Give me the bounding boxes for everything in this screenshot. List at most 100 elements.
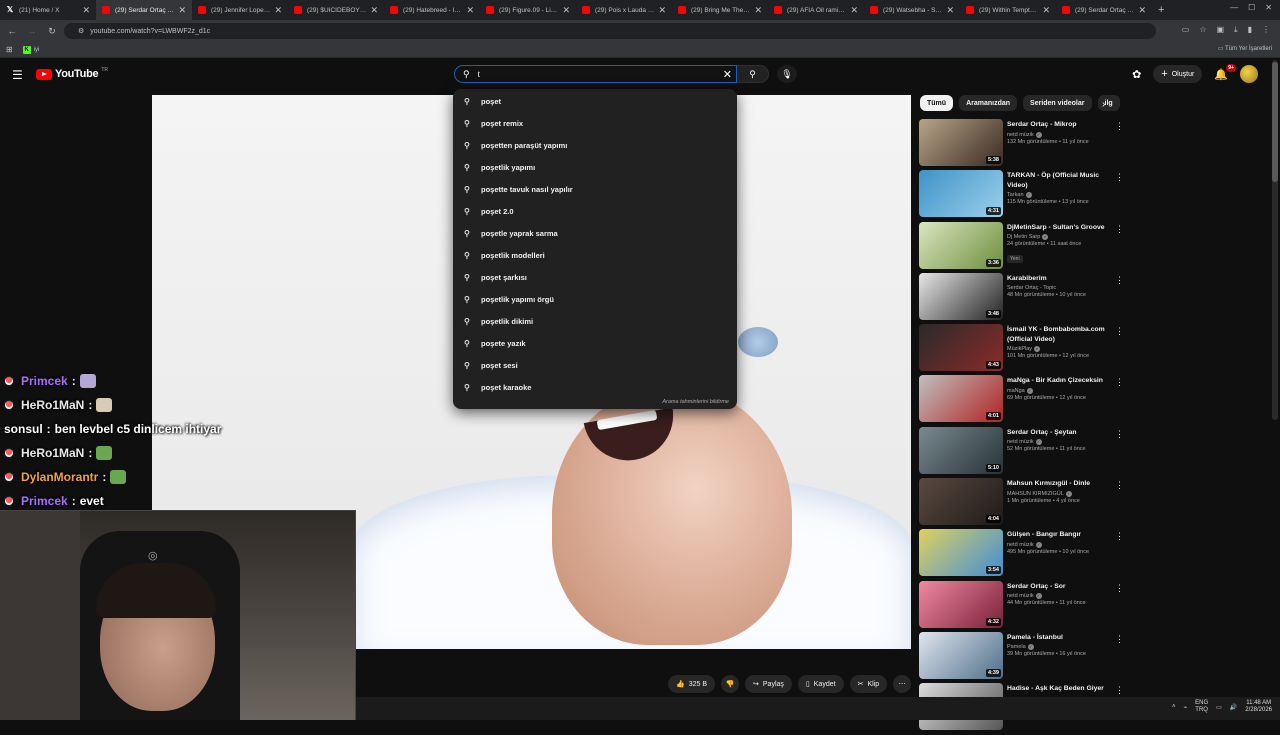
extension-icon[interactable]: ✿ — [1132, 68, 1141, 81]
url-field[interactable]: ⚙ youtube.com/watch?v=LWBWF2z_d1c — [64, 23, 1156, 39]
browser-tab[interactable]: (29) Within Temptation ✕ — [960, 0, 1056, 20]
video-thumbnail[interactable]: 3:48 — [919, 272, 1003, 320]
video-title[interactable]: Serdar Ortaç - Sor — [1007, 582, 1111, 592]
chat-username[interactable]: Primcek — [21, 494, 68, 508]
apps-grid-icon[interactable]: ⊞ — [6, 45, 13, 54]
search-suggestion[interactable]: ⚲ poşet şarkısı — [453, 266, 737, 288]
more-options-icon[interactable]: ⋮ — [1115, 634, 1124, 645]
reload-icon[interactable]: ↻ — [44, 26, 60, 37]
chat-username[interactable]: HeRo1MaN — [21, 446, 84, 460]
channel-name[interactable]: Tarkan — [1007, 192, 1024, 198]
video-title[interactable]: İsmail YK - Bombabomba.com (Official Vid… — [1007, 325, 1111, 344]
chat-username[interactable]: DylanMorantr — [21, 470, 98, 484]
clear-search-icon[interactable]: ✕ — [723, 68, 732, 81]
close-tab-icon[interactable]: ✕ — [754, 5, 762, 16]
video-title[interactable]: Gülşen - Bangır Bangır — [1007, 530, 1111, 540]
filter-chip[interactable]: ilg — [1097, 95, 1120, 111]
channel-name[interactable]: netd müzik — [1007, 439, 1034, 445]
video-title[interactable]: Hadise - Aşk Kaç Beden Giyer — [1007, 684, 1111, 694]
video-title[interactable]: Karabiberim — [1007, 274, 1111, 284]
browser-tab[interactable]: 𝕏 (21) Home / X ✕ — [0, 0, 96, 20]
tray-chevron-icon[interactable]: ˄ — [1172, 704, 1176, 710]
filter-chip[interactable]: Aramanızdan — [959, 95, 1018, 111]
more-options-icon[interactable]: ⋮ — [1115, 480, 1124, 491]
new-tab-button[interactable]: + — [1152, 4, 1170, 16]
clock[interactable]: 11:48 AM 2/28/2026 — [1245, 700, 1272, 714]
search-input[interactable] — [477, 69, 708, 79]
chevron-right-icon[interactable]: › — [1102, 99, 1105, 110]
search-suggestion[interactable]: ⚲ poşetle yaprak sarma — [453, 222, 737, 244]
browser-tab[interactable]: (29) Figure.09 - Linkin ✕ — [480, 0, 576, 20]
close-tab-icon[interactable]: ✕ — [466, 5, 474, 16]
recommended-video[interactable]: 4:31 TARKAN - Öp (Official Music Video) Ta… — [919, 170, 1129, 221]
close-tab-icon[interactable]: ✕ — [1138, 5, 1146, 16]
more-options-icon[interactable]: ⋮ — [1115, 583, 1124, 594]
recommended-video[interactable]: 3:54 Gülşen - Bangır Bangır netd müzik ✓ 495… — [919, 529, 1129, 580]
downloads-icon[interactable]: ⤓ — [1234, 25, 1238, 35]
browser-menu-icon[interactable]: ⋮ — [1262, 25, 1270, 35]
minimize-icon[interactable]: — — [1230, 3, 1238, 12]
channel-name[interactable]: Pamela — [1007, 644, 1026, 650]
close-tab-icon[interactable]: ✕ — [370, 5, 378, 16]
video-title[interactable]: Pamela - İstanbul — [1007, 633, 1111, 643]
search-box[interactable]: ⚲ ✕ — [454, 65, 737, 83]
wifi-icon[interactable]: ⌁ — [1184, 704, 1188, 711]
close-tab-icon[interactable]: ✕ — [1042, 5, 1050, 16]
more-actions-button[interactable]: ⋯ — [893, 675, 912, 693]
site-info-icon[interactable]: ⚙ — [78, 27, 84, 35]
close-tab-icon[interactable]: ✕ — [562, 5, 570, 16]
browser-tab[interactable]: (29) Pois x Lauda - Tek ✕ — [576, 0, 672, 20]
forward-icon[interactable]: → — [24, 26, 40, 36]
cast-icon[interactable]: ▭ — [1182, 25, 1190, 35]
search-suggestion[interactable]: ⚲ poşet — [453, 90, 737, 112]
more-options-icon[interactable]: ⋮ — [1115, 172, 1124, 183]
clip-button[interactable]: ✂ Klip — [849, 675, 888, 693]
more-options-icon[interactable]: ⋮ — [1115, 377, 1124, 388]
page-scrollbar[interactable] — [1272, 60, 1278, 420]
recommended-video[interactable]: 5:10 Serdar Ortaç - Şeytan netd müzik ✓ 52 M… — [919, 426, 1129, 478]
report-predictions-link[interactable]: Arama tahminlerini bildirme — [662, 399, 729, 405]
close-window-icon[interactable]: ✕ — [1265, 3, 1272, 12]
create-button[interactable]: + Oluştur — [1153, 65, 1203, 83]
maximize-icon[interactable]: ☐ — [1248, 3, 1255, 12]
channel-name[interactable]: Dj Metin Sarp — [1007, 234, 1040, 240]
recommended-video[interactable]: 4:43 İsmail YK - Bombabomba.com (Official… — [919, 324, 1129, 375]
avatar[interactable] — [1240, 65, 1258, 83]
search-suggestion[interactable]: ⚲ poşet karaoke — [453, 376, 737, 398]
notifications-button[interactable]: 🔔 9+ — [1214, 63, 1236, 81]
browser-tab[interactable]: (29) Watsebha - Soul ✕ — [864, 0, 960, 20]
video-thumbnail[interactable]: 5:10 — [919, 426, 1003, 474]
bookmark-star-icon[interactable]: ☆ — [1199, 25, 1206, 35]
more-options-icon[interactable]: ⋮ — [1115, 326, 1124, 337]
search-suggestion[interactable]: ⚲ poşet sesi — [453, 354, 737, 376]
video-title[interactable]: DjMetinSarp - Sultan's Groove — [1007, 223, 1111, 233]
browser-tab[interactable]: (29) $UICIDEBOY$ - N ✕ — [288, 0, 384, 20]
chat-username[interactable]: Primcek — [21, 374, 68, 388]
more-options-icon[interactable]: ⋮ — [1115, 531, 1124, 542]
channel-name[interactable]: netd müzik — [1007, 593, 1034, 599]
video-thumbnail[interactable]: 4:32 — [919, 580, 1003, 628]
volume-icon[interactable]: 🔊 — [1230, 704, 1237, 711]
recommended-video[interactable]: 4:39 Pamela - İstanbul Pamela ✓ 39 Mn görünt… — [919, 631, 1129, 683]
filter-chip[interactable]: Seriden videolar — [1023, 95, 1092, 111]
search-suggestion[interactable]: ⚲ poşetlik modelleri — [453, 244, 737, 266]
profile-icon[interactable]: ▮ — [1248, 25, 1252, 35]
browser-tab[interactable]: (29) Hatebreed - I Will ✕ — [384, 0, 480, 20]
search-suggestion[interactable]: ⚲ poşetten paraşüt yapımı — [453, 134, 737, 156]
channel-name[interactable]: Serdar Ortaç - Topic — [1007, 285, 1056, 291]
search-suggestion[interactable]: ⚲ poşetlik yapımı — [453, 156, 737, 178]
close-tab-icon[interactable]: ✕ — [850, 5, 858, 16]
voice-search-button[interactable]: 🎙 — [777, 65, 797, 83]
video-title[interactable]: Serdar Ortaç - Şeytan — [1007, 428, 1111, 438]
back-icon[interactable]: ← — [4, 26, 20, 36]
save-button[interactable]: ▯ Kaydet — [797, 675, 844, 693]
youtube-logo[interactable]: YouTube TR — [36, 67, 108, 80]
more-options-icon[interactable]: ⋮ — [1115, 224, 1124, 235]
search-suggestion[interactable]: ⚲ poşetlik dikimi — [453, 310, 737, 332]
filter-chip[interactable]: Tümü — [920, 95, 954, 111]
video-thumbnail[interactable]: 4:39 — [919, 631, 1003, 679]
channel-name[interactable]: MAHSUN KIRMIZIGÜL — [1007, 491, 1064, 497]
video-thumbnail[interactable]: 3:54 — [919, 529, 1003, 577]
like-button[interactable]: 👍 325 B — [668, 675, 716, 693]
language-indicator[interactable]: ENG TRQ — [1195, 700, 1208, 714]
